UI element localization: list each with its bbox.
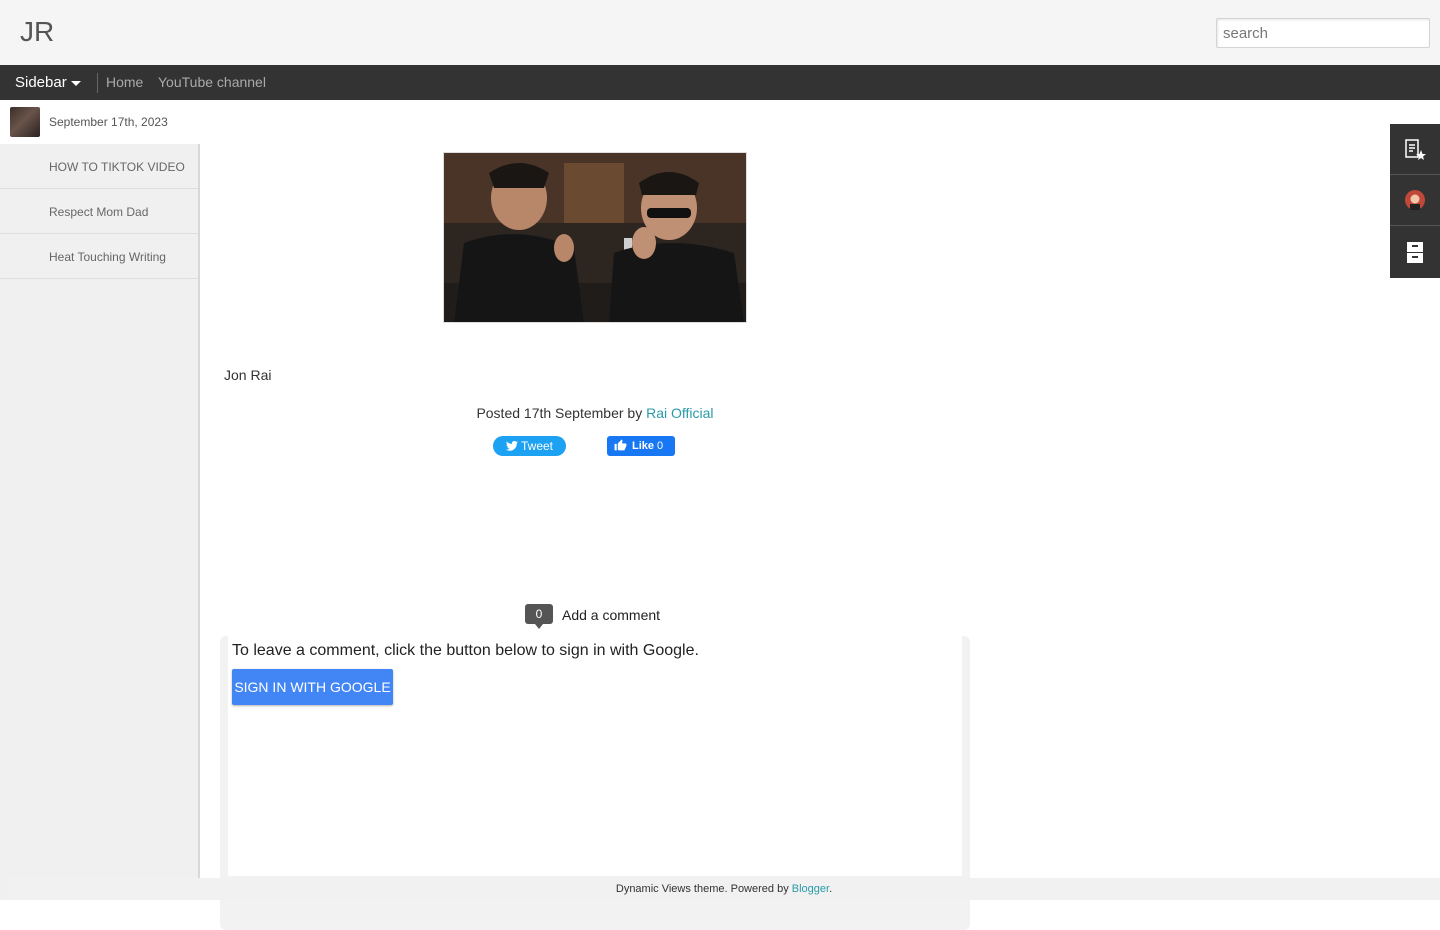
- tweet-label: Tweet: [520, 439, 553, 453]
- sidebar-dropdown[interactable]: Sidebar: [15, 74, 81, 91]
- blogger-link[interactable]: Blogger: [792, 883, 829, 895]
- nav-link-home[interactable]: Home: [106, 74, 143, 90]
- floating-toolbar: [1390, 124, 1440, 278]
- like-count: 0: [657, 440, 664, 452]
- header: JR: [0, 0, 1440, 65]
- nav-divider: [97, 73, 98, 93]
- blog-title[interactable]: JR: [20, 16, 54, 48]
- archive-icon[interactable]: [1390, 226, 1440, 277]
- current-post-thumbnail[interactable]: [10, 107, 40, 137]
- post-star-icon[interactable]: [1390, 124, 1440, 175]
- footer: Dynamic Views theme. Powered by Blogger.: [8, 878, 1440, 900]
- author-link[interactable]: Rai Official: [646, 405, 713, 421]
- search-input[interactable]: [1216, 18, 1430, 48]
- footer-suffix: .: [829, 883, 833, 895]
- navbar: Sidebar Home YouTube channel: [0, 65, 1440, 100]
- current-post-date: September 17th, 2023: [49, 115, 168, 129]
- nav-link-youtube[interactable]: YouTube channel: [158, 74, 266, 90]
- sidebar-dropdown-label: Sidebar: [15, 74, 67, 91]
- footer-text: Dynamic Views theme. Powered by: [615, 883, 792, 895]
- profile-avatar-icon[interactable]: [1390, 175, 1440, 226]
- facebook-like-button[interactable]: Like 0: [607, 436, 675, 456]
- post-meta: Posted 17th September by Rai Official: [224, 405, 966, 421]
- sidebar-item-tiktok[interactable]: HOW TO TIKTOK VIDEO: [0, 144, 198, 189]
- post-body-text: Jon Rai: [224, 367, 272, 383]
- caret-down-icon: [70, 80, 81, 86]
- comment-signin-message: To leave a comment, click the button bel…: [232, 642, 699, 659]
- sidebar: HOW TO TIKTOK VIDEO Respect Mom Dad Heat…: [0, 144, 200, 900]
- sidebar-item-heat[interactable]: Heat Touching Writing: [0, 234, 198, 279]
- sign-in-google-button[interactable]: SIGN IN WITH GOOGLE: [232, 669, 393, 705]
- tweet-button[interactable]: Tweet: [493, 436, 566, 456]
- comment-count-badge: 0: [525, 604, 553, 629]
- posted-prefix: Posted 17th September by: [476, 405, 647, 421]
- twitter-bird-icon: [505, 440, 518, 451]
- like-label: Like: [632, 440, 655, 452]
- sidebar-item-respect[interactable]: Respect Mom Dad: [0, 189, 198, 234]
- post-image: [443, 152, 747, 323]
- add-comment-link[interactable]: Add a comment: [562, 607, 660, 623]
- thumbs-up-icon: [614, 439, 627, 451]
